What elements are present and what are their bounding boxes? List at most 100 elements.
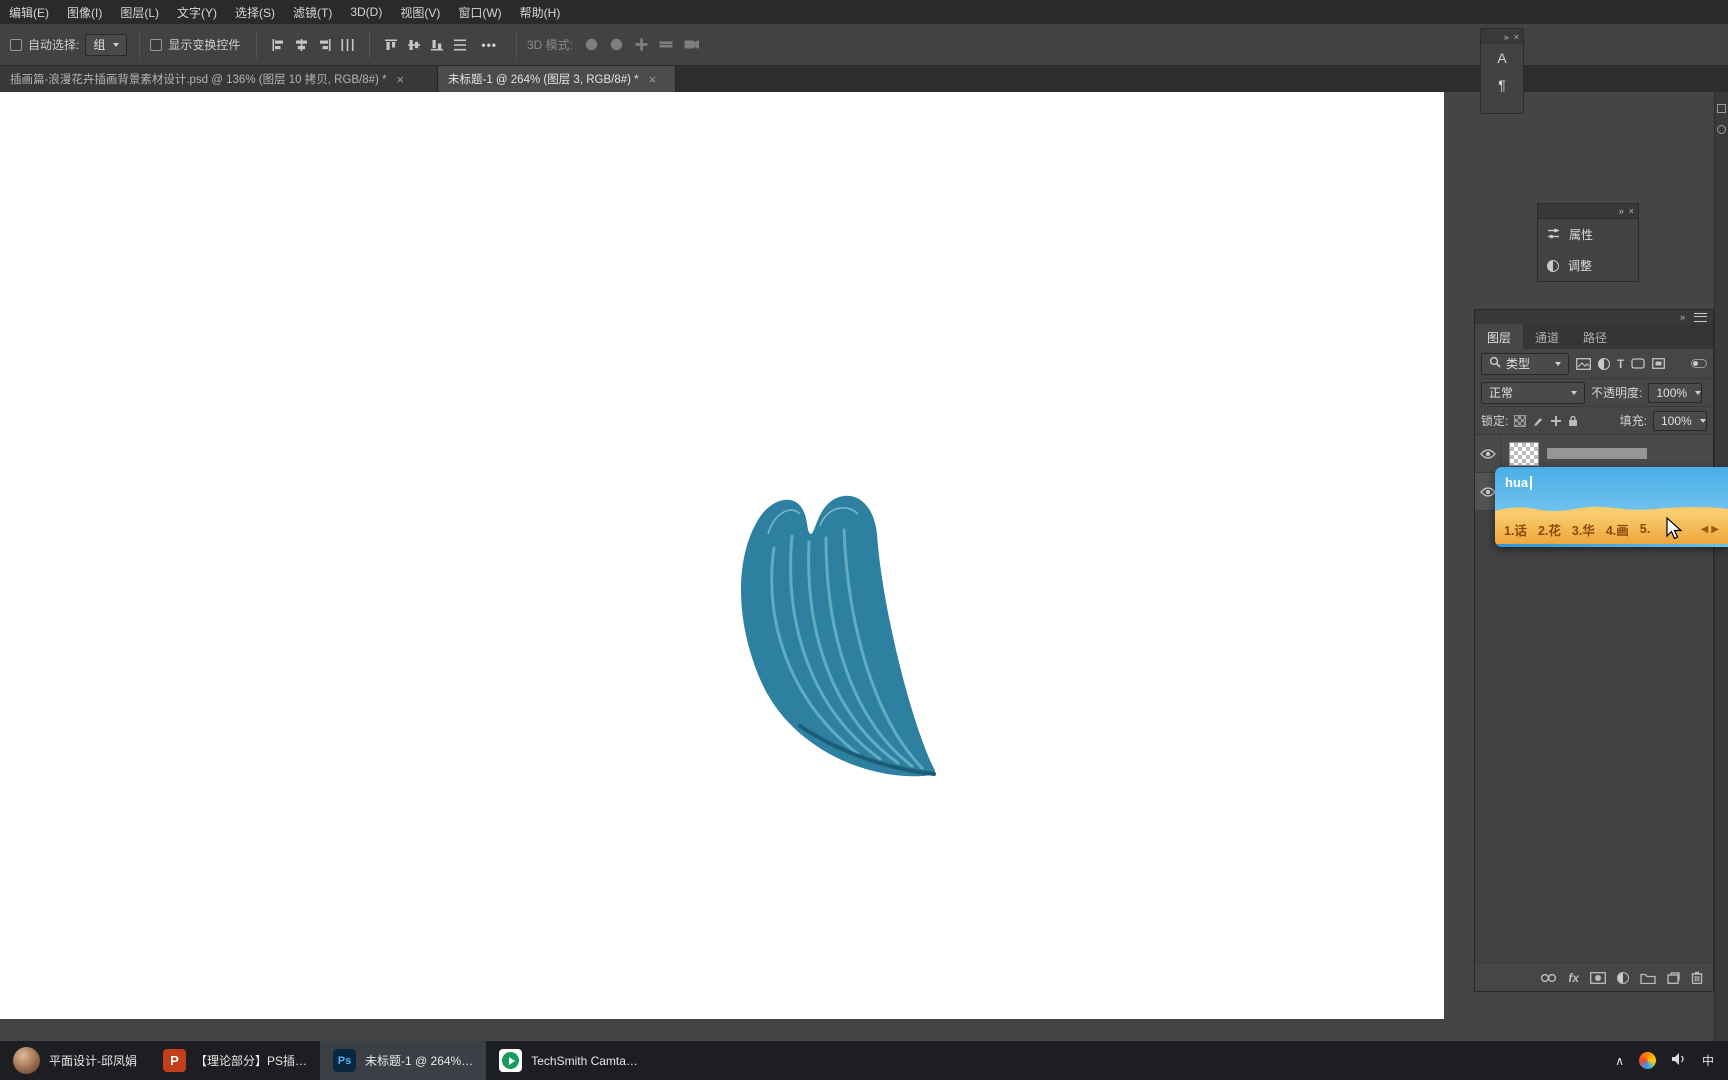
- menu-3d[interactable]: 3D(D): [341, 0, 391, 24]
- system-tray: ∧ 中: [1601, 1041, 1728, 1080]
- align-right-icon[interactable]: [318, 38, 331, 51]
- new-layer-icon[interactable]: [1667, 971, 1680, 984]
- divider: [139, 31, 141, 58]
- sogou-ime-icon[interactable]: [1638, 1052, 1656, 1069]
- taskbar-camtasia-item[interactable]: TechSmith Camta…: [486, 1041, 651, 1080]
- ime-candidate-5[interactable]: 5.: [1640, 522, 1650, 536]
- eye-icon: [1479, 486, 1496, 497]
- adjustments-label: 调整: [1568, 259, 1593, 273]
- tray-expand-icon[interactable]: ∧: [1615, 1054, 1624, 1068]
- collapse-panels-icon[interactable]: »: [1619, 206, 1624, 216]
- tab-channels[interactable]: 通道: [1523, 324, 1571, 349]
- tab-close-icon[interactable]: ×: [649, 72, 657, 87]
- lock-pixels-icon[interactable]: [1532, 415, 1544, 427]
- layer-name-edit-field[interactable]: [1547, 448, 1647, 459]
- fill-dropdown[interactable]: 100%: [1653, 410, 1707, 431]
- menu-help[interactable]: 帮助(H): [511, 0, 570, 24]
- blend-mode-dropdown[interactable]: 正常: [1481, 381, 1585, 404]
- lock-all-icon[interactable]: [1568, 415, 1578, 427]
- menu-select[interactable]: 选择(S): [226, 0, 284, 24]
- menu-edit[interactable]: 编辑(E): [0, 0, 58, 24]
- tab-paths[interactable]: 路径: [1571, 324, 1619, 349]
- taskbar-powerpoint-item[interactable]: P 【理论部分】PS插…: [150, 1041, 320, 1080]
- layer-effects-icon[interactable]: fx: [1568, 971, 1579, 985]
- mode-3d-label: 3D 模式:: [526, 38, 573, 52]
- ime-language-indicator[interactable]: 中: [1702, 1052, 1714, 1069]
- menu-filter[interactable]: 滤镜(T): [284, 0, 341, 24]
- layer-thumbnail[interactable]: [1509, 441, 1539, 466]
- opacity-label: 不透明度:: [1591, 386, 1643, 400]
- chevron-down-icon: [1695, 390, 1702, 395]
- align-center-h-icon[interactable]: [295, 38, 308, 51]
- ime-candidate-4[interactable]: 4.画: [1606, 520, 1629, 539]
- collapse-panels-icon[interactable]: »: [1680, 312, 1685, 322]
- filter-type-layer-icon[interactable]: T: [1617, 357, 1624, 371]
- tab-close-icon[interactable]: ×: [397, 72, 405, 87]
- align-middle-v-icon[interactable]: [408, 39, 421, 51]
- document-canvas[interactable]: [0, 92, 1444, 1019]
- 3d-slide-icon: [659, 38, 674, 51]
- eye-icon: [1479, 448, 1496, 459]
- divider: [256, 31, 258, 58]
- ime-page-next-icon[interactable]: ▶: [1711, 524, 1719, 535]
- ime-composition: hua: [1505, 475, 1532, 490]
- menu-view[interactable]: 视图(V): [391, 0, 449, 24]
- menu-layer[interactable]: 图层(L): [111, 0, 168, 24]
- new-group-icon[interactable]: [1640, 972, 1656, 984]
- menu-window[interactable]: 窗口(W): [449, 0, 510, 24]
- ime-candidate-1[interactable]: 1.话: [1504, 520, 1527, 539]
- collapsed-panel-icon[interactable]: [1717, 125, 1726, 134]
- auto-select-dropdown[interactable]: 组: [85, 33, 128, 56]
- ime-candidate-2[interactable]: 2.花: [1538, 520, 1561, 539]
- search-icon: [1489, 356, 1501, 371]
- tool-options-bar: 自动选择: 组 显示变换控件 ••• 3D 模式:: [0, 24, 1728, 66]
- menu-type[interactable]: 文字(Y): [168, 0, 226, 24]
- ime-candidate-3[interactable]: 3.华: [1572, 520, 1595, 539]
- lock-position-icon[interactable]: [1550, 415, 1562, 427]
- tab-layers[interactable]: 图层: [1475, 324, 1524, 349]
- adjustments-panel-button[interactable]: 调整: [1538, 250, 1638, 281]
- menu-image[interactable]: 图像(I): [58, 0, 111, 24]
- close-icon[interactable]: ×: [1629, 206, 1634, 216]
- document-tab-2[interactable]: 未标题-1 @ 264% (图层 3, RGB/8#) * ×: [438, 66, 676, 92]
- align-left-icon[interactable]: [272, 38, 285, 51]
- layer-mask-icon[interactable]: [1590, 971, 1606, 984]
- lock-transparency-icon[interactable]: [1514, 414, 1527, 427]
- filter-pixel-icon[interactable]: [1576, 357, 1591, 370]
- filter-type-dropdown[interactable]: 类型: [1481, 352, 1569, 375]
- distribute-v-icon[interactable]: [454, 39, 467, 51]
- document-tab-1[interactable]: 插画篇-浪漫花卉插画背景素材设计.psd @ 136% (图层 10 拷贝, R…: [0, 66, 438, 92]
- align-top-icon[interactable]: [385, 39, 398, 51]
- show-transform-checkbox[interactable]: [150, 38, 163, 51]
- chevron-down-icon: [1571, 390, 1577, 395]
- distribute-h-icon[interactable]: [341, 38, 354, 51]
- taskbar-photoshop-item[interactable]: Ps 未标题-1 @ 264%…: [320, 1041, 487, 1080]
- dock-header: » ×: [1481, 29, 1523, 44]
- close-icon[interactable]: ×: [1514, 32, 1519, 42]
- align-bottom-icon[interactable]: [431, 39, 444, 51]
- chevron-down-icon: [1699, 418, 1706, 423]
- more-options-button[interactable]: •••: [481, 38, 497, 52]
- auto-select-value: 组: [93, 38, 106, 52]
- adjustment-layer-icon[interactable]: [1617, 971, 1629, 984]
- camtasia-label: TechSmith Camta…: [531, 1053, 638, 1068]
- delete-layer-icon[interactable]: [1691, 971, 1703, 984]
- paragraph-panel-icon[interactable]: ¶: [1481, 71, 1523, 98]
- filter-adjustment-icon[interactable]: [1598, 357, 1610, 370]
- filter-shape-icon[interactable]: [1631, 358, 1645, 369]
- properties-panel-button[interactable]: 属性: [1538, 219, 1638, 250]
- auto-select-checkbox[interactable]: [10, 38, 22, 51]
- expand-panels-icon[interactable]: »: [1504, 32, 1509, 42]
- link-layers-icon[interactable]: [1540, 973, 1557, 983]
- lock-label: 锁定:: [1481, 414, 1509, 428]
- character-panel-icon[interactable]: A: [1481, 44, 1523, 71]
- ime-page-prev-icon[interactable]: ◀: [1701, 524, 1709, 535]
- collapsed-panel-icon[interactable]: [1717, 104, 1726, 113]
- panel-menu-icon[interactable]: [1694, 312, 1707, 322]
- filter-smart-object-icon[interactable]: [1652, 358, 1666, 369]
- photoshop-label: 未标题-1 @ 264%…: [365, 1054, 474, 1068]
- speaker-icon[interactable]: [1671, 1052, 1687, 1069]
- opacity-dropdown[interactable]: 100%: [1648, 382, 1703, 403]
- taskbar-people-item[interactable]: 平面设计-邱凤娟: [0, 1041, 150, 1080]
- filter-toggle[interactable]: [1691, 359, 1707, 368]
